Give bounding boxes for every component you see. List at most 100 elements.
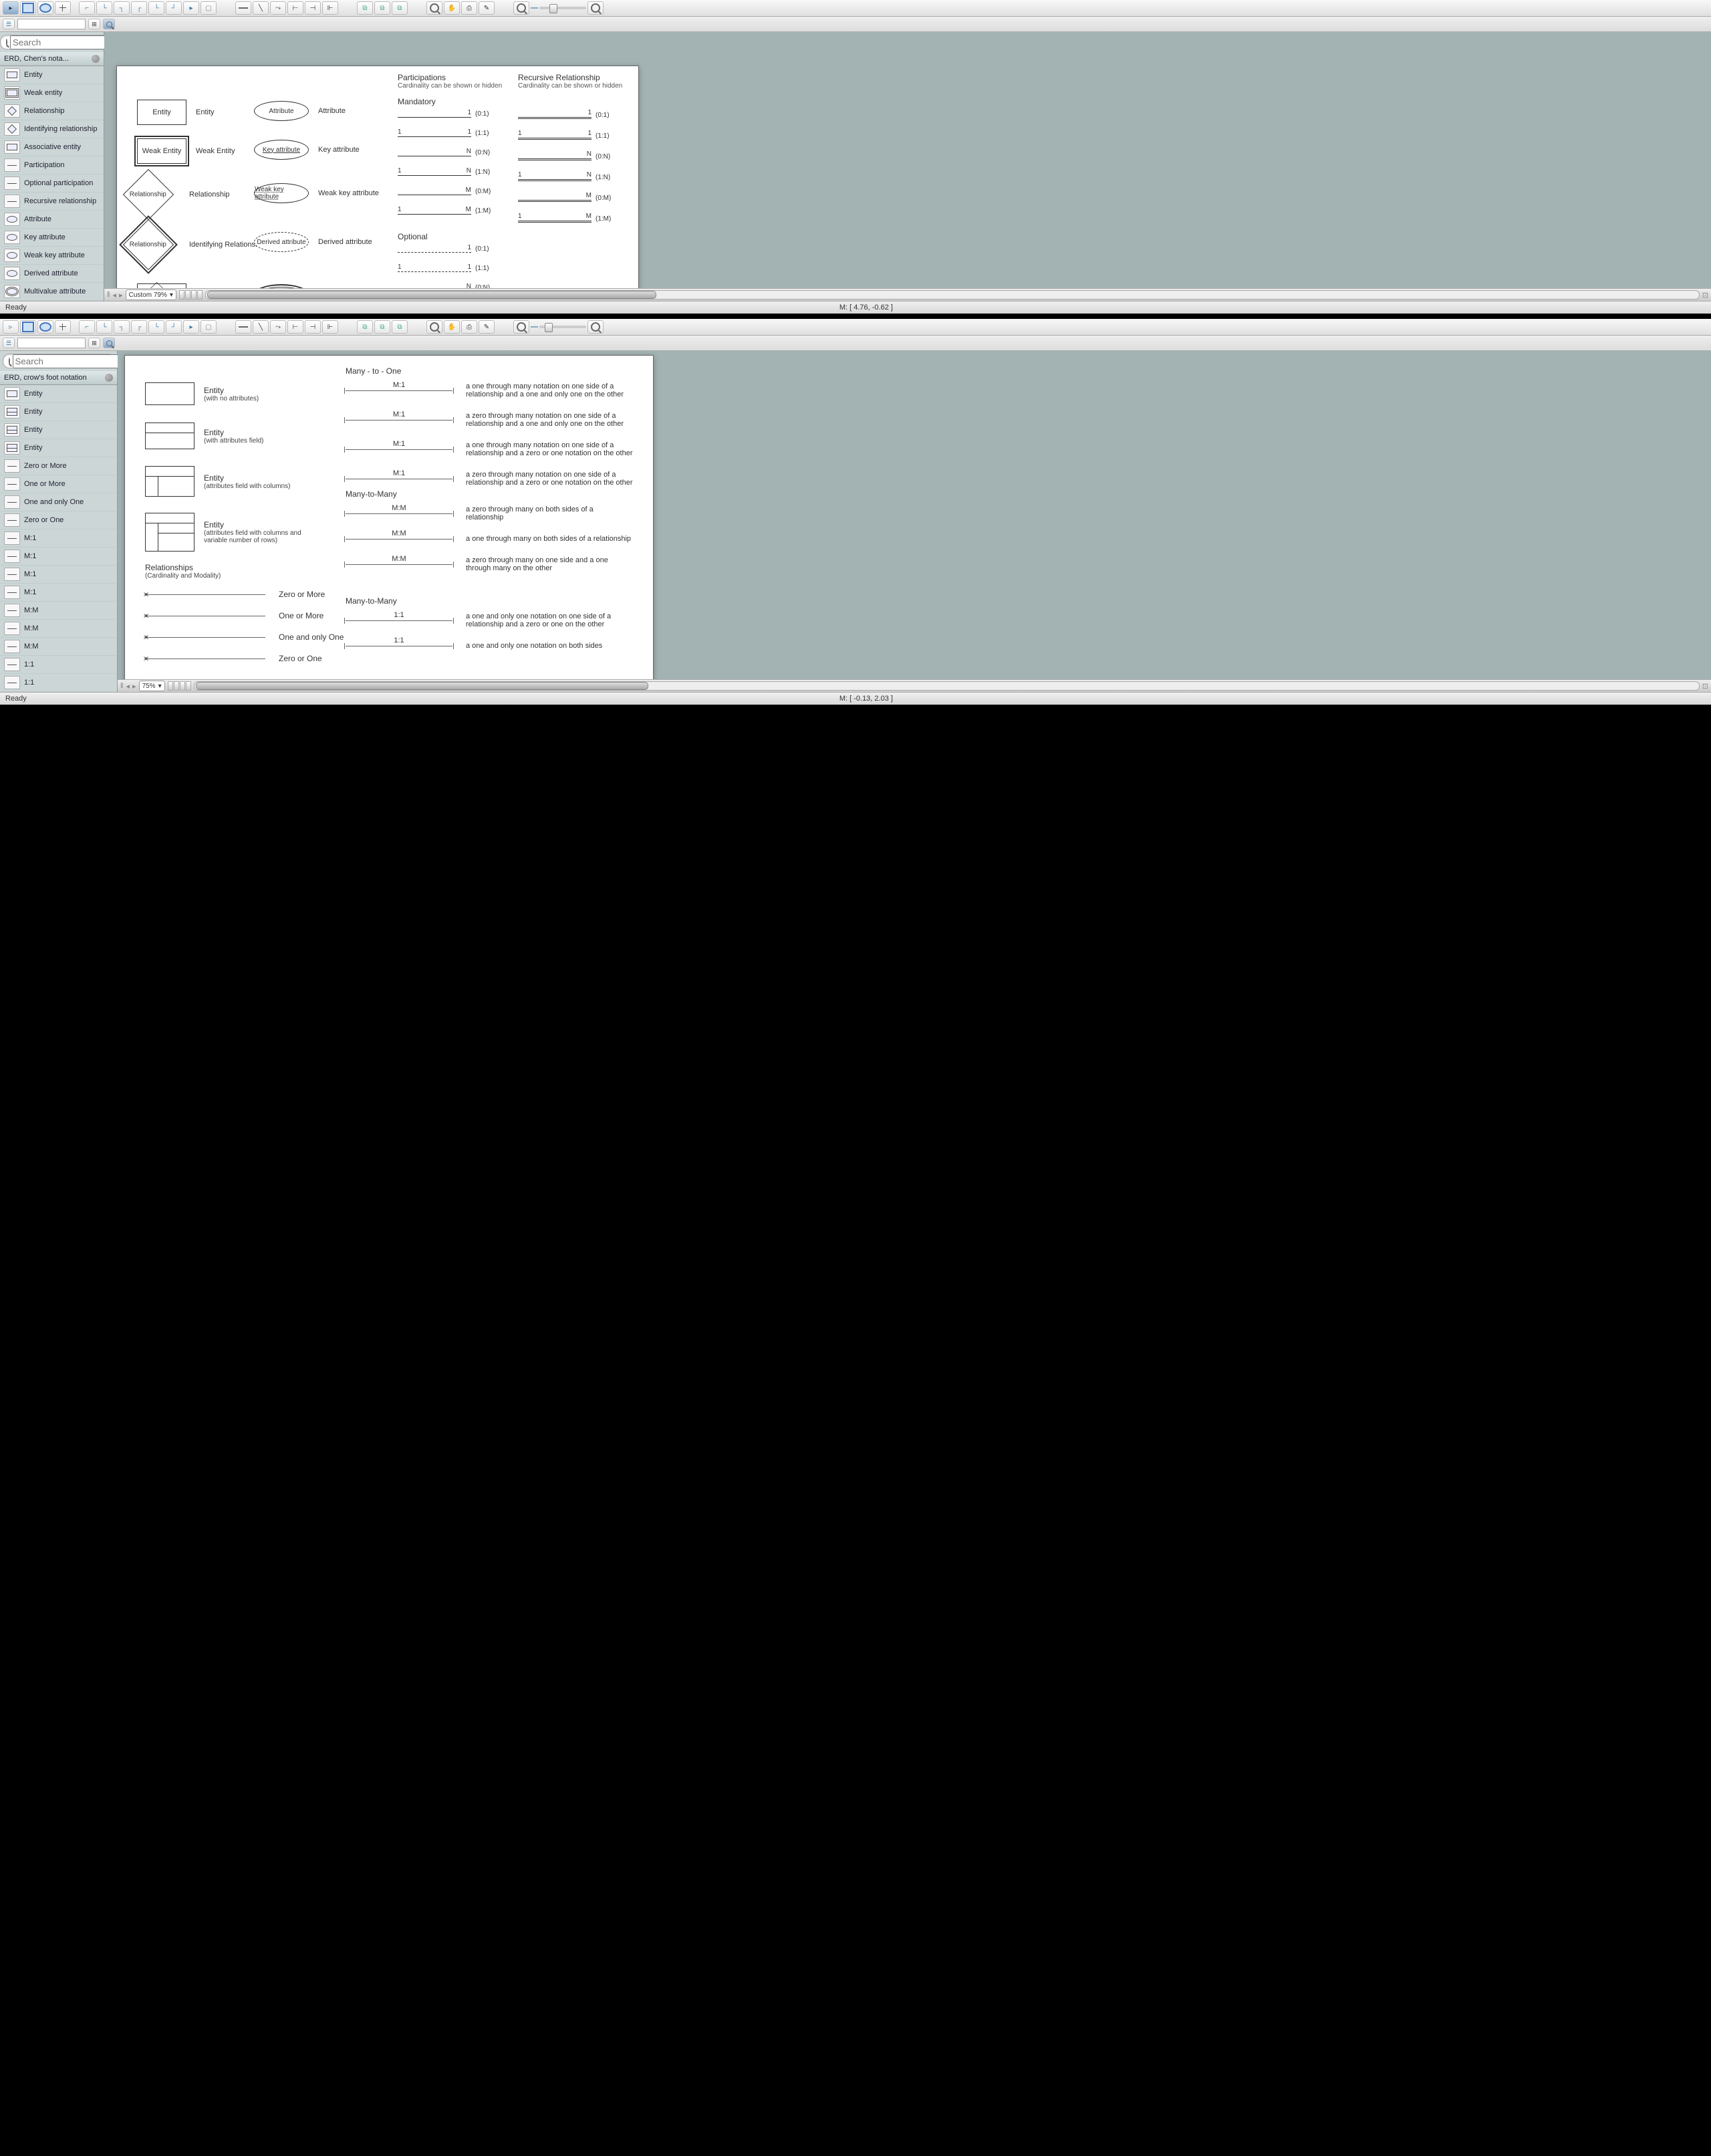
zoom-slider[interactable] (539, 326, 586, 328)
connector-tool-3[interactable]: ┐ (114, 320, 130, 334)
sidebar-item-2[interactable]: Entity (0, 421, 117, 439)
line-tool-4[interactable]: ⊢ (287, 320, 303, 334)
line-tool-3[interactable]: ⤳ (270, 320, 286, 334)
sidebar-item-4[interactable]: Zero or More (0, 457, 117, 475)
connector-tool-4[interactable]: ┌ (131, 1, 147, 15)
sidebar-section-header[interactable]: ERD, Chen's nota... (0, 52, 104, 66)
line-tool-6[interactable]: ⊩ (322, 320, 338, 334)
grid-view-button[interactable]: ⊞ (88, 19, 100, 29)
sidebar-item-16[interactable]: 1:1 (0, 674, 117, 692)
group-tool-2[interactable]: ⧉ (374, 1, 390, 15)
line-tool-5[interactable]: ⊣ (305, 320, 321, 334)
zoom-in-button[interactable] (587, 1, 604, 15)
connector-tool-5[interactable]: └ (148, 320, 164, 334)
scroll-handle-icon[interactable]: ‖ (120, 682, 124, 690)
zoom-minus-icon[interactable]: — (531, 323, 538, 331)
ellipse-tool[interactable] (37, 1, 53, 15)
scroll-right-icon[interactable]: ▸ (132, 682, 136, 691)
sidebar-item-3[interactable]: Entity (0, 439, 117, 457)
connector-tool-5[interactable]: └ (148, 1, 164, 15)
horizontal-scrollbar-2[interactable] (194, 681, 1700, 691)
sidebar-item-11[interactable]: M:1 (0, 584, 117, 602)
sidebar-item-8[interactable]: Attribute (0, 211, 104, 229)
group-tool-1[interactable]: ⧉ (357, 320, 373, 334)
fit-icon[interactable]: ⊡ (1702, 682, 1708, 691)
zoom-tool[interactable] (426, 1, 442, 15)
scroll-left-icon[interactable]: ◂ (113, 291, 117, 300)
connector-tool-1[interactable]: ⌐ (79, 320, 95, 334)
sidebar-item-1[interactable]: Weak entity (0, 84, 104, 102)
scroll-right-icon[interactable]: ▸ (119, 291, 123, 300)
line-tool-2[interactable]: ╲ (253, 1, 269, 15)
scroll-left-icon[interactable]: ◂ (126, 682, 130, 691)
sidebar-item-11[interactable]: Derived attribute (0, 265, 104, 283)
zoom-minus-icon[interactable]: — (531, 4, 538, 12)
zoom-select-2[interactable]: 75%▾ (139, 681, 165, 691)
search-button[interactable] (103, 19, 115, 29)
stamp-tool[interactable]: ⎙ (461, 320, 477, 334)
sidebar-section-header-2[interactable]: ERD, crow's foot notation (0, 371, 117, 385)
canvas-2[interactable]: Entity(with no attributes) Entity(with a… (118, 351, 1711, 679)
sidebar-item-15[interactable]: 1:1 (0, 656, 117, 674)
group-tool-2[interactable]: ⧉ (374, 320, 390, 334)
sidebar-item-2[interactable]: Relationship (0, 102, 104, 120)
connector-tool-3[interactable]: ┐ (114, 1, 130, 15)
zoom-out-button[interactable] (513, 1, 529, 15)
connector-tool-7[interactable]: ▸ (183, 320, 199, 334)
sidebar-item-10[interactable]: Weak key attribute (0, 247, 104, 265)
sidebar-item-7[interactable]: Recursive relationship (0, 193, 104, 211)
rect-tool[interactable] (20, 1, 36, 15)
breadcrumb-field[interactable] (17, 338, 86, 348)
zoom-select[interactable]: Custom 79%▾ (126, 289, 176, 300)
zoom-slider[interactable] (539, 7, 586, 9)
zoom-in-button[interactable] (587, 320, 604, 334)
view-mode-buttons[interactable] (168, 681, 191, 691)
insert-object-tool[interactable]: ▢ (201, 1, 217, 15)
connector-tool-2[interactable]: └ (96, 1, 112, 15)
view-mode-buttons[interactable] (179, 290, 203, 300)
tree-view-button[interactable]: ☰ (3, 19, 15, 29)
pointer-tool[interactable]: ▸ (3, 1, 19, 15)
sidebar-item-13[interactable]: M:M (0, 620, 117, 638)
hand-tool[interactable]: ✋ (444, 320, 460, 334)
group-tool-3[interactable]: ⧉ (392, 320, 408, 334)
close-icon[interactable] (92, 55, 100, 63)
sidebar-item-10[interactable]: M:1 (0, 566, 117, 584)
grid-tool[interactable] (55, 1, 71, 15)
sidebar-item-6[interactable]: Optional participation (0, 174, 104, 193)
sidebar-search[interactable] (0, 35, 112, 49)
zoom-tool[interactable] (426, 320, 442, 334)
grid-tool[interactable] (55, 320, 71, 334)
sidebar-item-1[interactable]: Entity (0, 403, 117, 421)
line-tool-6[interactable]: ⊩ (322, 1, 338, 15)
eyedropper-tool[interactable]: ✎ (479, 320, 495, 334)
group-tool-3[interactable]: ⧉ (392, 1, 408, 15)
line-tool-5[interactable]: ⊣ (305, 1, 321, 15)
sidebar-item-12[interactable]: M:M (0, 602, 117, 620)
canvas[interactable]: EntityEntity Weak EntityWeak Entity Rela… (104, 32, 1711, 288)
insert-object-tool[interactable]: ▢ (201, 320, 217, 334)
connector-tool-6[interactable]: ┘ (166, 320, 182, 334)
sidebar-search-2[interactable] (3, 354, 115, 368)
breadcrumb-field[interactable] (17, 19, 86, 29)
rect-tool[interactable] (20, 320, 36, 334)
sidebar-item-9[interactable]: Key attribute (0, 229, 104, 247)
sidebar-item-9[interactable]: M:1 (0, 548, 117, 566)
connector-tool-4[interactable]: ┌ (131, 320, 147, 334)
sidebar-item-12[interactable]: Multivalue attribute (0, 283, 104, 301)
tree-view-button[interactable]: ☰ (3, 338, 15, 348)
pointer-tool[interactable]: ▹ (3, 320, 19, 334)
ellipse-tool[interactable] (37, 320, 53, 334)
connector-tool-6[interactable]: ┘ (166, 1, 182, 15)
sidebar-item-7[interactable]: Zero or One (0, 511, 117, 529)
line-tool-3[interactable]: ⤳ (270, 1, 286, 15)
fit-icon[interactable]: ⊡ (1702, 291, 1708, 300)
grid-view-button[interactable]: ⊞ (88, 338, 100, 348)
eyedropper-tool[interactable]: ✎ (479, 1, 495, 15)
sidebar-item-4[interactable]: Associative entity (0, 138, 104, 156)
line-tool-4[interactable]: ⊢ (287, 1, 303, 15)
sidebar-item-14[interactable]: M:M (0, 638, 117, 656)
line-tool-2[interactable]: ╲ (253, 320, 269, 334)
sidebar-item-5[interactable]: Participation (0, 156, 104, 174)
hand-tool[interactable]: ✋ (444, 1, 460, 15)
